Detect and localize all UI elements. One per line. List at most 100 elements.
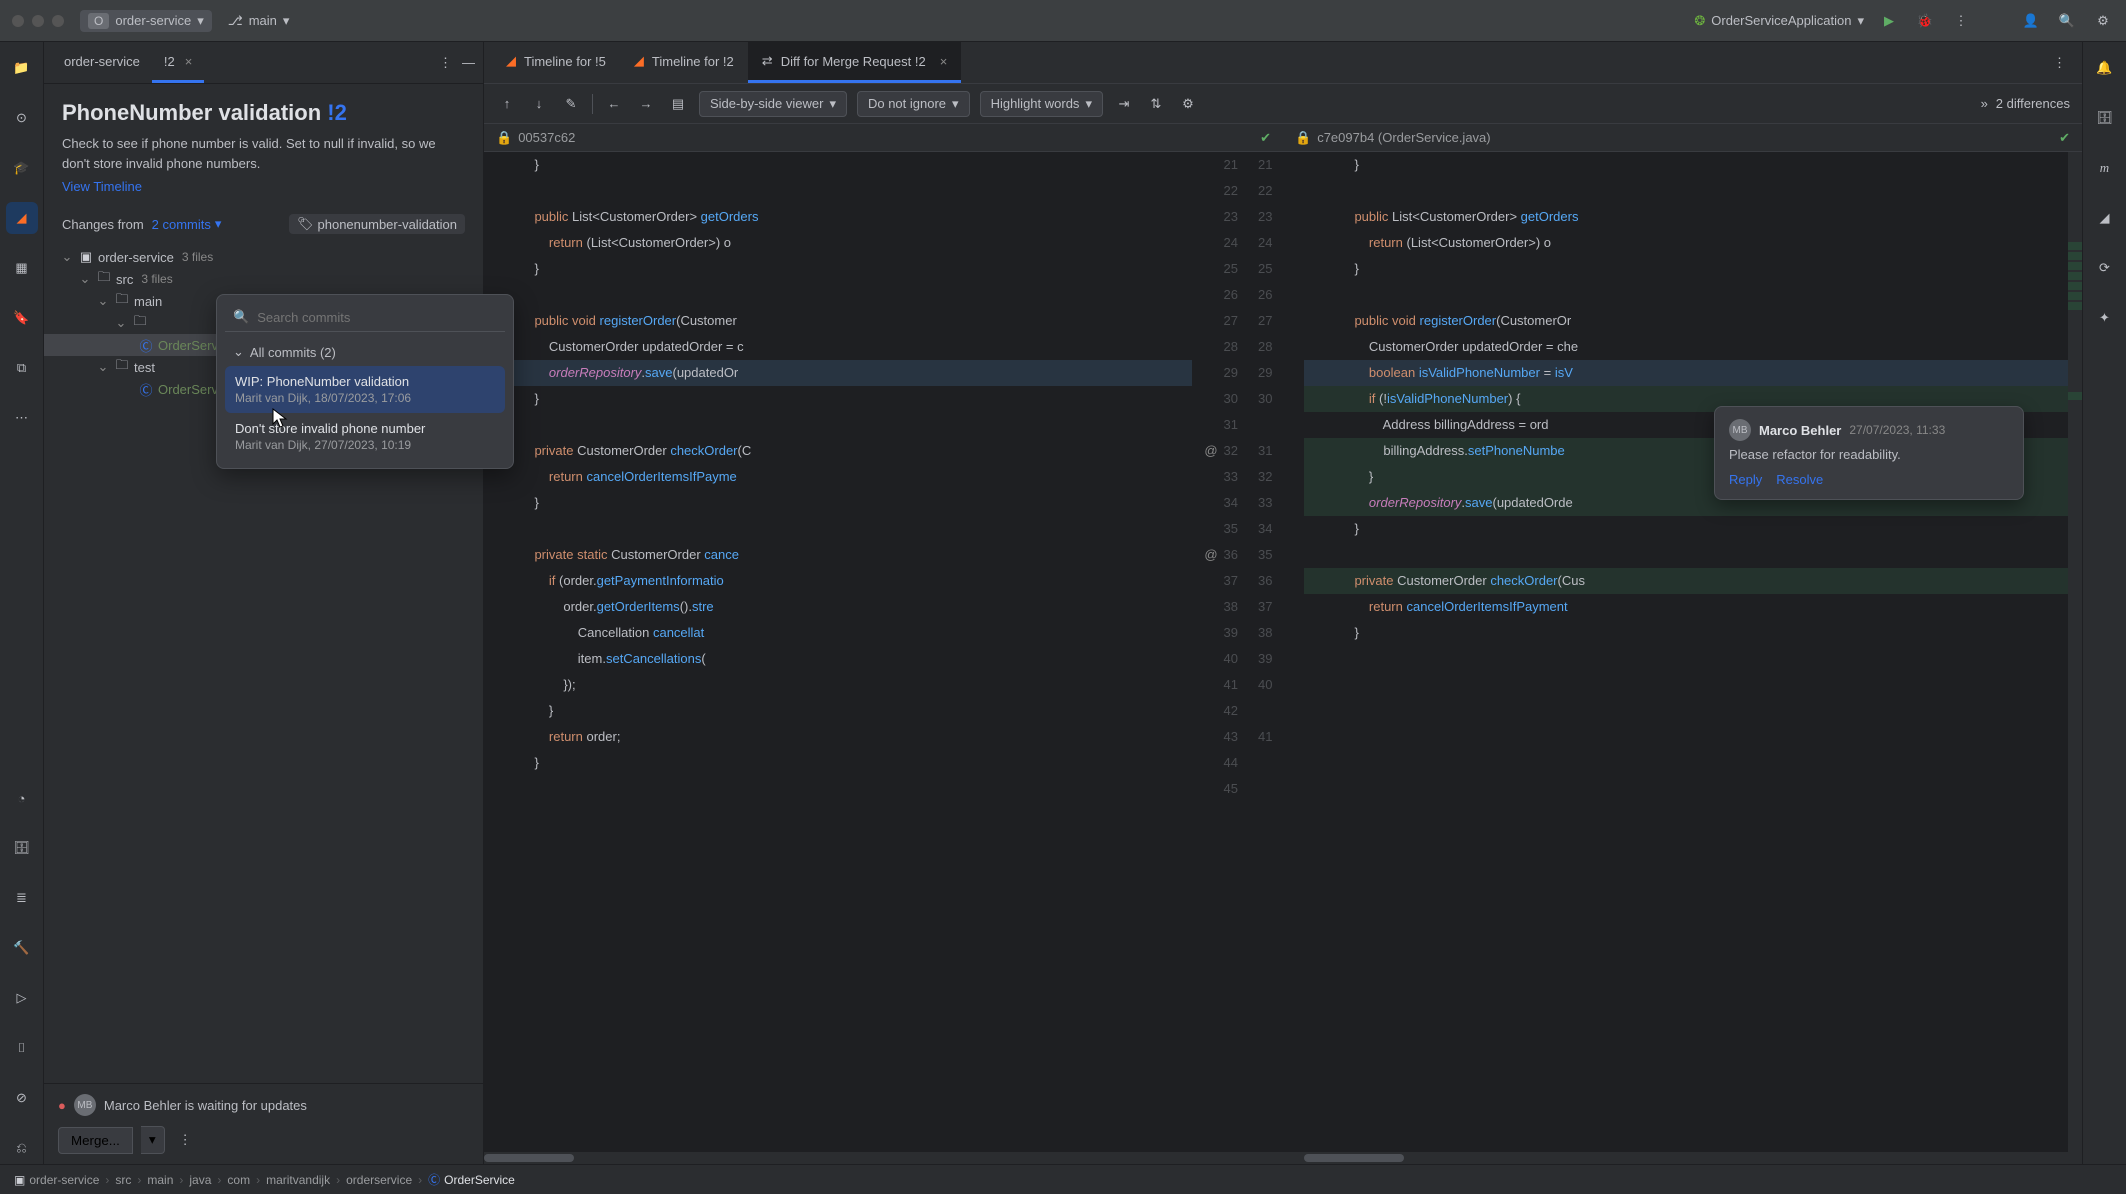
code-line[interactable] [1304, 646, 2068, 672]
code-line[interactable]: private static CustomerOrder cance [484, 542, 1192, 568]
code-line[interactable] [1304, 672, 2068, 698]
layers-tool-icon[interactable]: ≣ [6, 882, 38, 914]
code-line[interactable]: return cancelOrderItemsIfPayme [484, 464, 1192, 490]
chevron-down-icon[interactable]: ⌄ [96, 359, 110, 375]
breadcrumb-item[interactable]: maritvandijk [266, 1173, 330, 1187]
compare-icon[interactable]: ▤ [667, 93, 689, 115]
code-line[interactable]: } [484, 256, 1192, 282]
code-line[interactable]: boolean isValidPhoneNumber = isV [1304, 360, 2068, 386]
database-icon[interactable]: 🗄 [2089, 102, 2121, 134]
code-line[interactable] [1304, 282, 2068, 308]
code-line[interactable] [484, 282, 1192, 308]
more-actions-icon[interactable]: ⋮ [1950, 10, 1972, 32]
code-line[interactable]: public void registerOrder(CustomerOr [1304, 308, 2068, 334]
branch-tag[interactable]: 🏷 phonenumber-validation [289, 214, 465, 234]
code-line[interactable]: } [1304, 152, 2068, 178]
tab-merge-request[interactable]: !2 × [152, 42, 204, 83]
merge-more-icon[interactable]: ⋮ [179, 1132, 192, 1148]
next-file-icon[interactable]: ↓ [528, 93, 550, 115]
database-tool-icon[interactable]: 🗄 [6, 832, 38, 864]
code-line[interactable]: return order; [484, 724, 1192, 750]
code-line[interactable]: } [484, 490, 1192, 516]
right-scrollbar[interactable] [1304, 1152, 2068, 1164]
breadcrumb-item[interactable]: java [189, 1173, 211, 1187]
tab-project[interactable]: order-service [52, 42, 152, 83]
breadcrumb-item[interactable]: src [115, 1173, 131, 1187]
code-line[interactable]: } [1304, 620, 2068, 646]
commit-item-0[interactable]: WIP: PhoneNumber validation Marit van Di… [225, 366, 505, 413]
chevron-down-icon[interactable]: ⌄ [60, 249, 74, 265]
code-line[interactable] [484, 412, 1192, 438]
sync-scroll-icon[interactable]: ⇅ [1145, 93, 1167, 115]
code-line[interactable]: orderRepository.save(updatedOr [484, 360, 1192, 386]
code-line[interactable]: private CustomerOrder checkOrder(C [484, 438, 1192, 464]
prev-file-icon[interactable]: ↑ [496, 93, 518, 115]
editor-tab-diff[interactable]: ⇄ Diff for Merge Request !2 × [748, 42, 962, 83]
chevron-down-icon[interactable]: ⌄ [78, 271, 92, 287]
problems-tool-icon[interactable]: ⊘ [6, 1082, 38, 1114]
run-config-selector[interactable]: ❂ OrderServiceApplication ▾ [1694, 13, 1864, 29]
code-line[interactable]: public List<CustomerOrder> getOrders [484, 204, 1192, 230]
code-with-me-icon[interactable]: 👤 [2020, 10, 2042, 32]
code-line[interactable] [484, 516, 1192, 542]
run-tool-icon[interactable]: ▷ [6, 982, 38, 1014]
code-line[interactable]: } [484, 152, 1192, 178]
structure-tool-icon[interactable]: ▦ [6, 252, 38, 284]
chevron-down-icon[interactable]: ⌄ [114, 315, 128, 331]
code-line[interactable]: }); [484, 672, 1192, 698]
search-commits-input[interactable] [257, 310, 497, 325]
notifications-icon[interactable]: 🔔 [2089, 52, 2121, 84]
code-line[interactable]: public void registerOrder(Customer [484, 308, 1192, 334]
code-line[interactable]: @ return cancelOrderItemsIfPayment [1304, 594, 2068, 620]
code-line[interactable]: CustomerOrder updatedOrder = c [484, 334, 1192, 360]
viewer-mode-select[interactable]: Side-by-side viewer ▾ [699, 91, 847, 117]
gitlab-tool-icon[interactable]: ◢ [6, 202, 38, 234]
diff-left-pane[interactable]: } public List<CustomerOrder> getOrders r… [484, 152, 1248, 1152]
resolve-link[interactable]: Resolve [1776, 472, 1823, 487]
build-tool-icon[interactable]: 🔨 [6, 932, 38, 964]
commit-tool-icon[interactable]: ⊙ [6, 102, 38, 134]
code-line[interactable]: } [1304, 516, 2068, 542]
merge-dropdown[interactable]: ▾ [141, 1126, 165, 1154]
gitlab-icon[interactable]: ◢ [2089, 202, 2121, 234]
tab-options-icon[interactable]: ⋮ [439, 55, 452, 71]
diff-right-pane[interactable]: } public List<CustomerOrder> getOrders r… [1304, 152, 2068, 1152]
commit-item-1[interactable]: Don't store invalid phone number Marit v… [225, 413, 505, 460]
editor-options-icon[interactable]: ⋮ [2053, 55, 2066, 71]
collapse-icon[interactable]: ⇥ [1113, 93, 1135, 115]
tree-folder-src[interactable]: ⌄ 🗀 src 3 files [44, 268, 483, 290]
search-icon[interactable]: 🔍 [2056, 10, 2078, 32]
commits-dropdown[interactable]: 2 commits ▾ [152, 216, 222, 232]
pull-requests-tool-icon[interactable]: ⧉ [6, 352, 38, 384]
reply-link[interactable]: Reply [1729, 472, 1762, 487]
endpoints-icon[interactable]: ⟳ [2089, 252, 2121, 284]
code-line[interactable]: } [484, 750, 1192, 776]
diff-settings-icon[interactable]: ⚙ [1177, 93, 1199, 115]
left-scrollbar[interactable] [484, 1152, 1248, 1164]
maven-icon[interactable]: m [2089, 152, 2121, 184]
tree-root[interactable]: ⌄ ▣ order-service 3 files [44, 246, 483, 268]
code-line[interactable]: CustomerOrder updatedOrder = che [1304, 334, 2068, 360]
code-line[interactable] [1304, 178, 2068, 204]
debug-button[interactable]: 🐞 [1914, 10, 1936, 32]
code-line[interactable]: private CustomerOrder checkOrder(Cus [1304, 568, 2068, 594]
terminal-tool-icon[interactable]: ⌷ [6, 1032, 38, 1064]
code-line[interactable]: Cancellation cancellat [484, 620, 1192, 646]
ignore-select[interactable]: Do not ignore ▾ [857, 91, 970, 117]
breadcrumb-item[interactable]: main [147, 1173, 173, 1187]
popup-header[interactable]: ⌄ All commits (2) [225, 338, 505, 366]
prev-diff-icon[interactable]: ← [603, 93, 625, 115]
vcs-tool-icon[interactable]: ⎌ [6, 1132, 38, 1164]
project-tool-icon[interactable]: 📁 [6, 52, 38, 84]
edit-icon[interactable]: ✎ [560, 93, 582, 115]
bookmarks-tool-icon[interactable]: 🔖 [6, 302, 38, 334]
goto-diff-icon[interactable]: » [1981, 96, 1988, 111]
merge-button[interactable]: Merge... [58, 1127, 133, 1154]
code-line[interactable] [1304, 542, 2068, 568]
code-line[interactable] [484, 178, 1192, 204]
project-selector[interactable]: O order-service ▾ [80, 10, 212, 32]
code-line[interactable] [484, 776, 1192, 802]
highlight-select[interactable]: Highlight words ▾ [980, 91, 1103, 117]
code-line[interactable]: } [1304, 256, 2068, 282]
run-button[interactable]: ▶ [1878, 10, 1900, 32]
